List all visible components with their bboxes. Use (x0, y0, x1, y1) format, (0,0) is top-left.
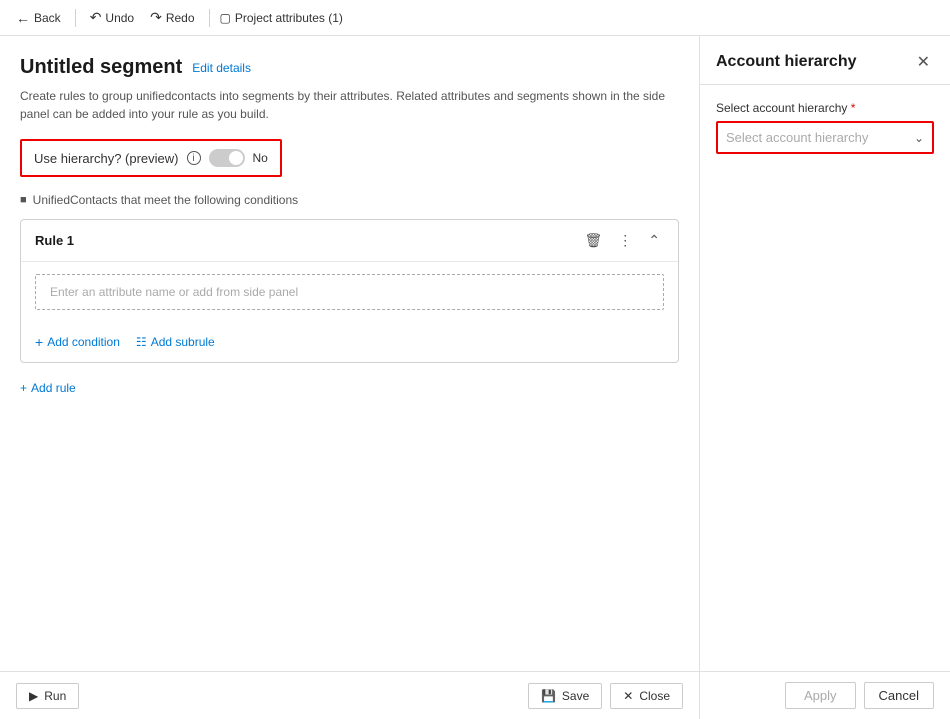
page-title: Untitled segment (20, 56, 182, 79)
apply-button[interactable]: Apply (785, 682, 856, 709)
separator-2 (209, 9, 210, 27)
back-icon: ← (16, 10, 30, 26)
right-panel-content: Select account hierarchy * Select accoun… (700, 85, 950, 671)
hierarchy-info-icon[interactable]: i (187, 151, 201, 165)
select-wrapper: Select account hierarchy ⌄ (716, 121, 934, 154)
right-panel-header: Account hierarchy ✕ (700, 36, 950, 85)
project-attributes-icon: ▢ (220, 11, 231, 25)
cancel-button[interactable]: Cancel (864, 682, 934, 709)
rule-title: Rule 1 (35, 233, 74, 248)
account-hierarchy-select[interactable]: Select account hierarchy (718, 123, 932, 152)
select-label: Select account hierarchy * (716, 101, 934, 115)
conditions-header: ■ UnifiedContacts that meet the followin… (20, 193, 679, 207)
rule-actions: 🗑 ⋮ ⌃ (580, 230, 664, 251)
rule-more-button[interactable]: ⋮ (614, 230, 636, 251)
rule-card: Rule 1 🗑 ⋮ ⌃ Ent (20, 219, 679, 363)
close-x-icon: ✕ (623, 689, 633, 703)
toggle-track (209, 149, 245, 167)
add-rule-plus-icon: + (20, 381, 27, 395)
plus-icon: + (35, 334, 43, 350)
run-button[interactable]: ▶ Run (16, 683, 79, 709)
toggle-thumb (229, 151, 243, 165)
close-button[interactable]: ✕ Close (610, 683, 683, 709)
redo-icon: ↷ (150, 9, 162, 26)
page-title-row: Untitled segment Edit details (20, 56, 679, 79)
attribute-input-area[interactable]: Enter an attribute name or add from side… (35, 274, 664, 310)
undo-button[interactable]: ↶ Undo (86, 7, 138, 28)
more-icon: ⋮ (618, 232, 632, 248)
hierarchy-no-label: No (253, 151, 268, 165)
save-button[interactable]: 💾 Save (528, 683, 602, 709)
rule-delete-button[interactable]: 🗑 (580, 230, 606, 251)
left-content: Untitled segment Edit details Create rul… (0, 36, 699, 671)
rule-footer: + Add condition ☷ Add subrule (21, 334, 678, 362)
rule-collapse-button[interactable]: ⌃ (644, 230, 664, 251)
rule-body: Enter an attribute name or add from side… (21, 262, 678, 334)
close-panel-icon: ✕ (917, 54, 930, 71)
attribute-placeholder: Enter an attribute name or add from side… (50, 285, 298, 299)
subrule-icon: ☷ (136, 335, 147, 349)
required-indicator: * (851, 101, 856, 115)
add-subrule-button[interactable]: ☷ Add subrule (136, 335, 215, 349)
project-attributes: ▢ Project attributes (1) (220, 11, 343, 25)
add-rule-button[interactable]: + Add rule (20, 379, 76, 397)
trash-icon: 🗑 (584, 232, 602, 248)
conditions-icon: ■ (20, 194, 27, 206)
save-icon: 💾 (541, 689, 556, 703)
right-bottom-bar: Apply Cancel (700, 671, 950, 719)
bottom-right-actions: 💾 Save ✕ Close (528, 683, 683, 709)
separator (75, 9, 76, 27)
left-bottom-bar: ▶ Run 💾 Save ✕ Close (0, 671, 699, 719)
select-account-hierarchy-group: Select account hierarchy * Select accoun… (716, 101, 934, 154)
back-button[interactable]: ← Back (12, 8, 65, 28)
redo-button[interactable]: ↷ Redo (146, 7, 198, 28)
main-area: Untitled segment Edit details Create rul… (0, 36, 950, 719)
run-icon: ▶ (29, 689, 38, 703)
undo-icon: ↶ (90, 9, 102, 26)
conditions-text: UnifiedContacts that meet the following … (33, 193, 298, 207)
hierarchy-label: Use hierarchy? (preview) (34, 151, 179, 166)
page-description: Create rules to group unifiedcontacts in… (20, 87, 679, 123)
right-panel-title: Account hierarchy (716, 53, 856, 71)
toolbar: ← Back ↶ Undo ↷ Redo ▢ Project attribute… (0, 0, 950, 36)
add-condition-button[interactable]: + Add condition (35, 334, 120, 350)
hierarchy-toggle[interactable] (209, 149, 245, 167)
hierarchy-section: Use hierarchy? (preview) i No (20, 139, 282, 177)
right-panel: Account hierarchy ✕ Select account hiera… (700, 36, 950, 719)
left-panel: Untitled segment Edit details Create rul… (0, 36, 700, 719)
edit-details-link[interactable]: Edit details (192, 61, 251, 75)
close-panel-button[interactable]: ✕ (913, 50, 934, 74)
chevron-up-icon: ⌃ (648, 232, 660, 248)
rule-header: Rule 1 🗑 ⋮ ⌃ (21, 220, 678, 262)
